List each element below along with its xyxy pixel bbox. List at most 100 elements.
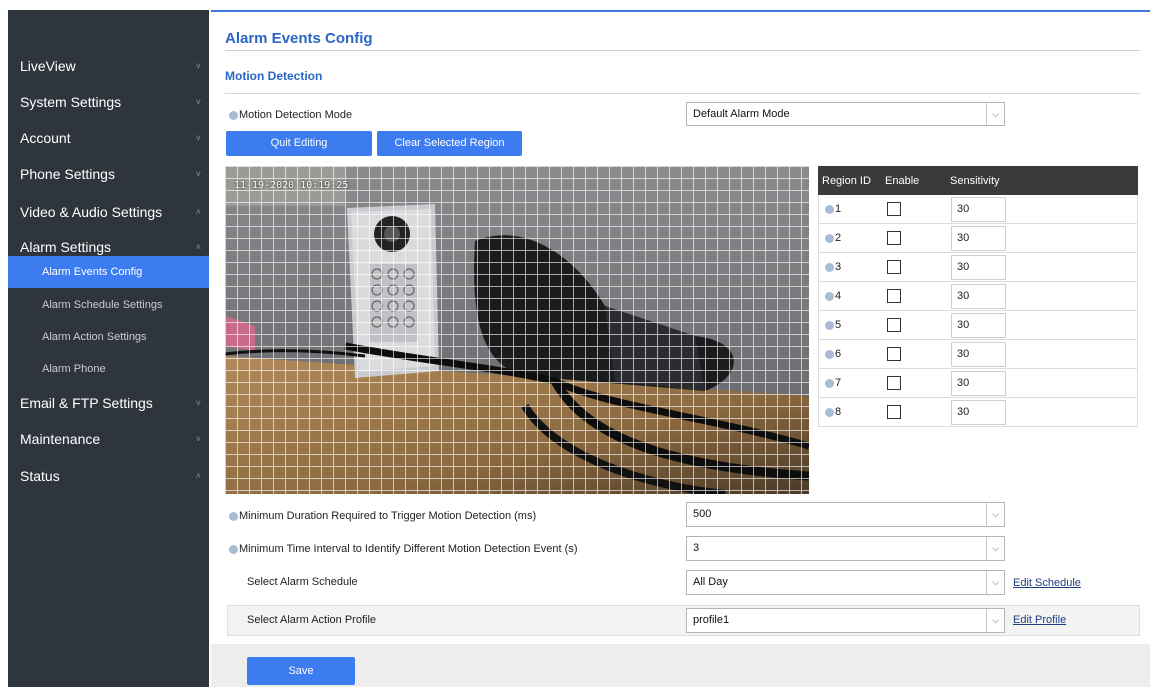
table-row: 6 30 (818, 340, 1138, 369)
nav-label: Maintenance (20, 431, 101, 447)
sensitivity-input[interactable]: 30 (951, 371, 1006, 396)
help-icon[interactable] (825, 407, 834, 417)
clear-selected-region-button[interactable]: Clear Selected Region (377, 131, 522, 156)
nav-label: Status (20, 468, 60, 484)
sensitivity-input[interactable]: 30 (951, 400, 1006, 425)
chevron-down-icon: ˅ (195, 434, 201, 444)
enable-checkbox[interactable] (887, 289, 901, 303)
min-interval-label: Minimum Time Interval to Identify Differ… (229, 543, 577, 555)
min-interval-select[interactable]: 3 ⌵ (686, 536, 1005, 561)
sidebar: LiveView ˅ System Settings ˅ Account ˅ Phon… (8, 10, 209, 687)
subnav-alarm-phone[interactable]: Alarm Phone (8, 353, 209, 385)
label-text: Motion Detection Mode (239, 109, 353, 121)
nav-liveview[interactable]: LiveView ˅ (8, 48, 209, 84)
divider (225, 50, 1140, 51)
chevron-down-icon: ˅ (195, 398, 201, 408)
motion-grid-overlay[interactable] (225, 166, 809, 494)
select-value: 500 (693, 508, 712, 520)
chevron-down-icon: ⌵ (986, 103, 1004, 125)
chevron-down-icon: ⌵ (986, 503, 1004, 526)
help-icon[interactable] (825, 262, 834, 272)
min-duration-select[interactable]: 500 ⌵ (686, 502, 1005, 527)
sensitivity-input[interactable]: 30 (951, 342, 1006, 367)
subnav-alarm-action-settings[interactable]: Alarm Action Settings (8, 321, 209, 353)
camera-preview[interactable]: 11-19-2020 10:19:25 (225, 166, 809, 494)
help-icon[interactable] (825, 378, 834, 388)
table-row: 7 30 (818, 369, 1138, 398)
region-id: 8 (825, 406, 841, 418)
nav-email-ftp-settings[interactable]: Email & FTP Settings ˅ (8, 385, 209, 421)
help-icon[interactable] (825, 349, 834, 359)
quit-editing-button[interactable]: Quit Editing (226, 131, 372, 156)
select-value: Default Alarm Mode (693, 108, 790, 120)
nav-label: LiveView (20, 58, 76, 74)
select-value: profile1 (693, 614, 730, 626)
sensitivity-input[interactable]: 30 (951, 313, 1006, 338)
edit-profile-link[interactable]: Edit Profile (1013, 614, 1066, 626)
label-text: Minimum Duration Required to Trigger Mot… (239, 510, 537, 522)
chevron-down-icon: ⌵ (986, 537, 1004, 560)
table-row: 2 30 (818, 224, 1138, 253)
nav-label: Video & Audio Settings (20, 204, 163, 220)
chevron-down-icon: ˅ (195, 97, 201, 107)
enable-checkbox[interactable] (887, 202, 901, 216)
table-row: 1 30 (818, 195, 1138, 224)
motion-mode-select[interactable]: Default Alarm Mode ⌵ (686, 102, 1005, 126)
sensitivity-input[interactable]: 30 (951, 226, 1006, 251)
alarm-schedule-select[interactable]: All Day ⌵ (686, 570, 1005, 595)
save-button[interactable]: Save (247, 657, 355, 685)
action-profile-label: Select Alarm Action Profile (247, 614, 377, 626)
enable-checkbox[interactable] (887, 231, 901, 245)
action-profile-select[interactable]: profile1 ⌵ (686, 608, 1005, 633)
enable-checkbox[interactable] (887, 318, 901, 332)
region-table: Region ID Enable Sensitivity 1 30 2 30 3 30… (818, 166, 1138, 427)
table-row: 4 30 (818, 282, 1138, 311)
table-row: 3 30 (818, 253, 1138, 282)
column-header: Region ID (822, 175, 871, 187)
table-header: Region ID Enable Sensitivity (818, 166, 1138, 195)
subnav-alarm-events-config[interactable]: Alarm Events Config (8, 256, 209, 288)
column-header: Enable (885, 175, 920, 187)
help-icon[interactable] (229, 544, 238, 554)
nav-video-audio-settings[interactable]: Video & Audio Settings ˄ (8, 194, 209, 230)
help-icon[interactable] (825, 291, 834, 301)
select-value: All Day (693, 576, 728, 588)
section-title: Motion Detection (225, 69, 323, 83)
chevron-down-icon: ˅ (195, 61, 201, 71)
motion-mode-label: Motion Detection Mode (229, 109, 352, 121)
sensitivity-input[interactable]: 30 (951, 197, 1006, 222)
nav-label: Email & FTP Settings (20, 395, 153, 411)
enable-checkbox[interactable] (887, 260, 901, 274)
nav-phone-settings[interactable]: Phone Settings ˅ (8, 156, 209, 192)
nav-system-settings[interactable]: System Settings ˅ (8, 84, 209, 120)
region-id: 7 (825, 377, 841, 389)
nav-maintenance[interactable]: Maintenance ˅ (8, 421, 209, 457)
top-accent-line (211, 10, 1150, 12)
chevron-up-icon: ˄ (195, 207, 201, 217)
nav-account[interactable]: Account ˅ (8, 120, 209, 156)
sensitivity-input[interactable]: 30 (951, 255, 1006, 280)
help-icon[interactable] (825, 204, 834, 214)
help-icon[interactable] (825, 320, 834, 330)
nav-label: System Settings (20, 94, 122, 110)
nav-label: Phone Settings (20, 166, 115, 182)
min-duration-label: Minimum Duration Required to Trigger Mot… (229, 510, 536, 522)
region-id: 2 (825, 232, 841, 244)
divider (225, 93, 1140, 94)
alarm-schedule-label: Select Alarm Schedule (247, 576, 358, 588)
nav-label: Alarm Settings (20, 239, 112, 255)
nav-status[interactable]: Status ˄ (8, 458, 209, 494)
region-id: 4 (825, 290, 841, 302)
help-icon[interactable] (229, 110, 238, 120)
help-icon[interactable] (229, 511, 238, 521)
subnav-alarm-schedule-settings[interactable]: Alarm Schedule Settings (8, 289, 209, 321)
nav-label: Account (20, 130, 71, 146)
edit-schedule-link[interactable]: Edit Schedule (1013, 577, 1081, 589)
table-row: 5 30 (818, 311, 1138, 340)
label-text: Minimum Time Interval to Identify Differ… (239, 543, 578, 555)
help-icon[interactable] (825, 233, 834, 243)
sensitivity-input[interactable]: 30 (951, 284, 1006, 309)
enable-checkbox[interactable] (887, 347, 901, 361)
enable-checkbox[interactable] (887, 376, 901, 390)
enable-checkbox[interactable] (887, 405, 901, 419)
